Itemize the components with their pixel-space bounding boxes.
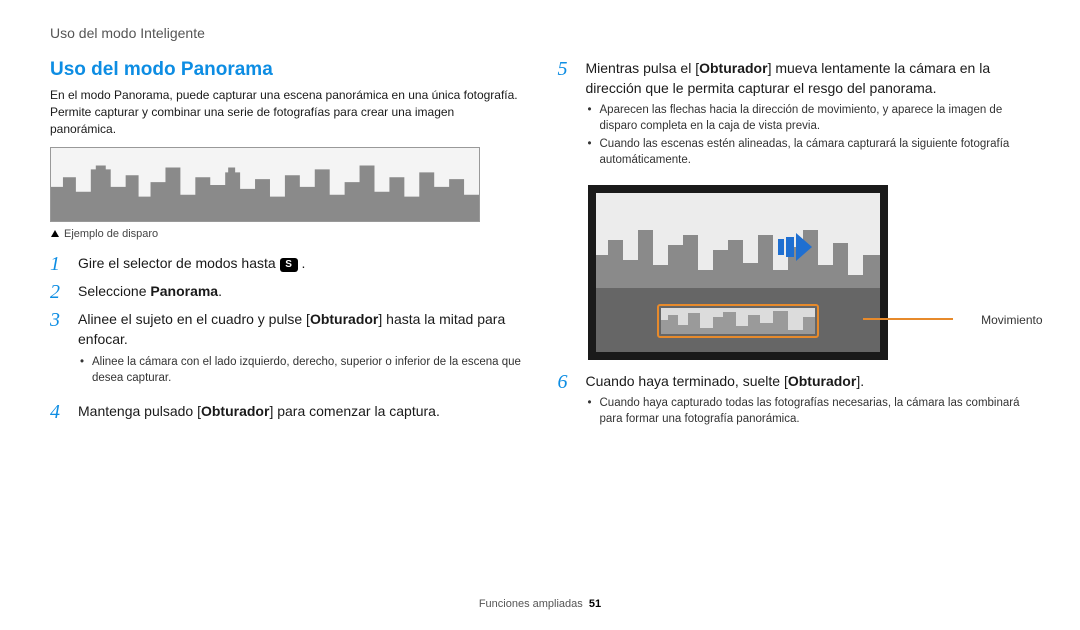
page-header: Uso del modo Inteligente <box>50 25 1030 41</box>
section-title: Uso del modo Panorama <box>50 59 523 81</box>
example-caption: Ejemplo de disparo <box>50 228 158 240</box>
movement-label: Movimiento <box>981 313 1042 327</box>
triangle-up-icon <box>50 229 60 239</box>
step-3: 3 Alinee el sujeto en el cuadro y pulse … <box>50 310 523 393</box>
intro-paragraph: En el modo Panorama, puede capturar una … <box>50 87 523 137</box>
step-4: 4 Mantenga pulsado [Obturador] para come… <box>50 402 523 422</box>
step-5: 5 Mientras pulsa el [Obturador] mueva le… <box>558 59 1031 177</box>
step-2: 2 Seleccione Panorama. <box>50 282 523 302</box>
page-footer: Funciones ampliadas 51 <box>0 598 1080 610</box>
step-6: 6 Cuando haya terminado, suelte [Obturad… <box>558 372 1031 436</box>
step-1: 1 Gire el selector de modos hasta S . <box>50 254 523 274</box>
page-number: 51 <box>589 598 601 610</box>
camera-preview: Movimiento <box>588 185 948 360</box>
movement-leader-line <box>863 318 953 320</box>
panorama-example <box>50 147 480 222</box>
left-column: Uso del modo Panorama En el modo Panoram… <box>50 59 523 443</box>
right-column: 5 Mientras pulsa el [Obturador] mueva le… <box>558 59 1031 443</box>
mode-dial-icon: S <box>280 258 298 272</box>
